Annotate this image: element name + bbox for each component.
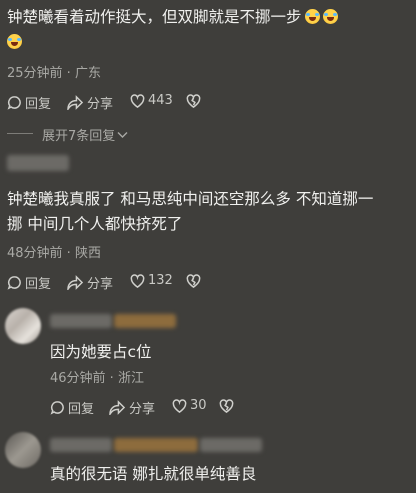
comment-2-meta: 48分钟前 · 陕西	[7, 246, 101, 261]
reply-bubble-icon	[7, 276, 21, 290]
reply-2-text: 真的很无语 娜扎就很单纯善良	[50, 465, 257, 483]
comment-1-like-button[interactable]: 443	[130, 93, 173, 108]
share-arrow-icon	[109, 400, 126, 415]
heart-icon	[130, 93, 145, 108]
expand-replies-button[interactable]: 展开7条回复	[42, 125, 128, 144]
comment-2-username-blurred	[7, 155, 69, 171]
avatar[interactable]	[5, 308, 41, 344]
reply-1-reply-button[interactable]: 回复	[50, 398, 94, 417]
comment-1-meta: 25分钟前 · 广东	[7, 66, 101, 81]
expand-divider-line	[7, 133, 33, 134]
reply-bubble-icon	[7, 96, 21, 110]
comment-1-reply-button[interactable]: 回复	[7, 93, 51, 112]
reply-2-extra-blurred	[200, 438, 262, 452]
comment-1-text: 钟楚曦看着动作挺大，但双脚就是不挪一步	[7, 5, 407, 55]
reply-1-dislike-button[interactable]	[219, 399, 234, 413]
chevron-down-icon	[117, 131, 128, 138]
share-arrow-icon	[67, 275, 84, 290]
comment-2-text: 钟楚曦我真服了 和马思纯中间还空那么多 不知道挪一 挪 中间几个人都快挤死了	[7, 190, 374, 233]
rofl-emoji-icon	[322, 9, 338, 24]
comment-1-share-button[interactable]: 分享	[67, 93, 113, 112]
broken-heart-icon	[219, 399, 234, 413]
avatar[interactable]	[5, 432, 41, 468]
broken-heart-icon	[186, 94, 201, 108]
reply-1-share-button[interactable]: 分享	[109, 398, 155, 417]
reply-bubble-icon	[50, 401, 64, 415]
reply-2-badge-blurred	[114, 438, 198, 452]
comment-2-like-button[interactable]: 132	[130, 273, 173, 288]
comment-2-share-button[interactable]: 分享	[67, 273, 113, 292]
heart-icon	[172, 398, 187, 413]
comment-1-dislike-button[interactable]	[186, 94, 201, 108]
broken-heart-icon	[186, 274, 201, 288]
reply-1-username-blurred	[50, 314, 112, 328]
comment-2-dislike-button[interactable]	[186, 274, 201, 288]
reply-1-text: 因为她要占c位	[50, 343, 152, 361]
rofl-emoji-icon	[304, 9, 320, 24]
heart-icon	[130, 273, 145, 288]
reply-1-meta: 46分钟前 · 浙江	[50, 371, 144, 386]
rofl-emoji-icon	[7, 34, 22, 49]
reply-1-like-button[interactable]: 30	[172, 398, 207, 413]
reply-1-badge-blurred	[114, 314, 176, 328]
share-arrow-icon	[67, 95, 84, 110]
reply-2-username-blurred	[50, 438, 112, 452]
comment-1-text-line: 钟楚曦看着动作挺大，但双脚就是不挪一步	[7, 8, 302, 26]
comment-2-reply-button[interactable]: 回复	[7, 273, 51, 292]
